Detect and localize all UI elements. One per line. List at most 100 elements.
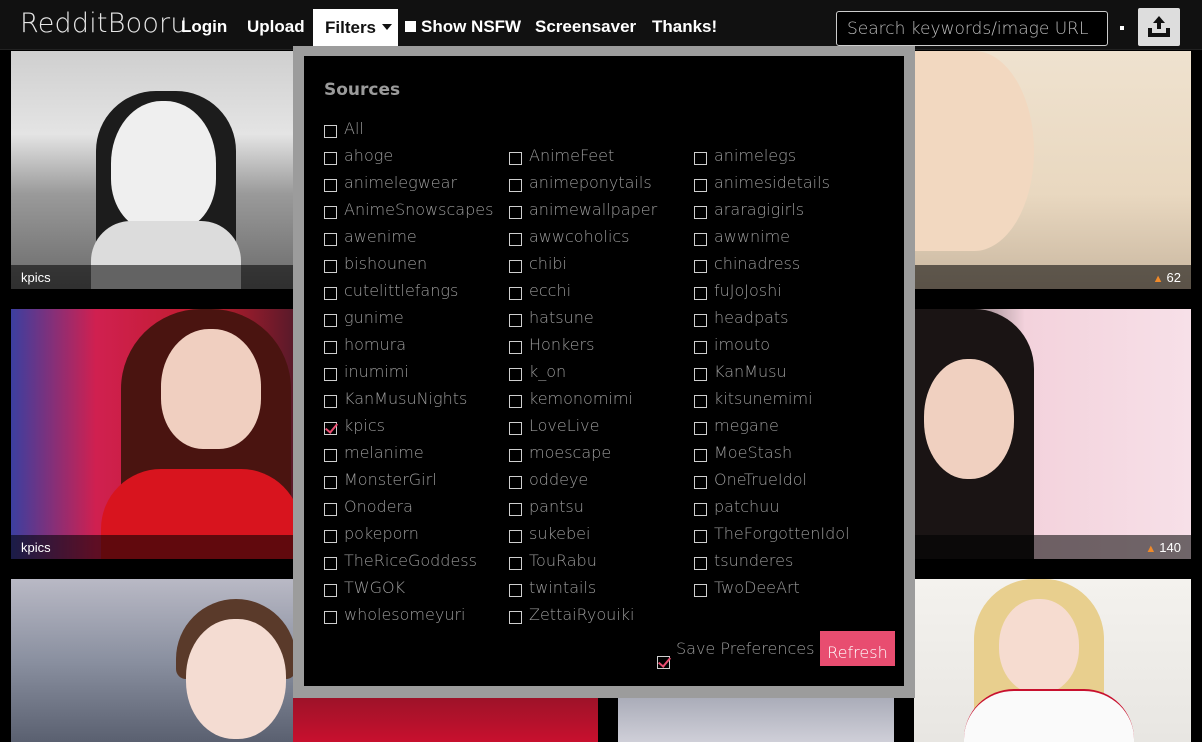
source-item-checkbox[interactable] xyxy=(324,179,337,192)
source-item-checkbox[interactable] xyxy=(509,287,522,300)
nav-filters-dropdown[interactable]: Filters xyxy=(313,9,398,50)
source-item-label[interactable]: awwcoholics xyxy=(529,227,630,246)
source-item-label[interactable]: kemonomimi xyxy=(529,389,633,408)
source-item-checkbox[interactable] xyxy=(324,341,337,354)
source-item-checkbox[interactable] xyxy=(694,395,707,408)
source-item-label[interactable]: OneTrueIdol xyxy=(714,470,807,489)
save-preferences-label[interactable]: Save Preferences xyxy=(676,639,814,658)
source-item-label[interactable]: wholesomeyuri xyxy=(344,605,466,624)
source-item-label[interactable]: pantsu xyxy=(529,497,584,516)
image-tile[interactable]: kpics xyxy=(11,309,293,559)
source-item-label[interactable]: KanMusuNights xyxy=(344,389,467,408)
nsfw-checkbox[interactable] xyxy=(405,21,416,32)
source-item-label[interactable]: KanMusu xyxy=(714,362,787,381)
source-item-checkbox[interactable] xyxy=(324,611,337,624)
source-item-label[interactable]: tsunderes xyxy=(714,551,793,570)
source-item-label[interactable]: twintails xyxy=(529,578,596,597)
source-item-label[interactable]: chinadress xyxy=(714,254,800,273)
source-item-label[interactable]: inumimi xyxy=(344,362,409,381)
source-item-label[interactable]: MoeStash xyxy=(714,443,792,462)
source-item-label[interactable]: melanime xyxy=(344,443,424,462)
source-item-label[interactable]: megane xyxy=(714,416,779,435)
source-item-checkbox[interactable] xyxy=(509,206,522,219)
source-item-checkbox[interactable] xyxy=(324,152,337,165)
source-item-label[interactable]: ecchi xyxy=(529,281,571,300)
search-input[interactable] xyxy=(836,11,1108,46)
source-item-label[interactable]: kitsunemimi xyxy=(714,389,813,408)
source-item-label[interactable]: patchuu xyxy=(714,497,779,516)
image-tile[interactable] xyxy=(914,579,1191,742)
source-item-label[interactable]: Onodera xyxy=(344,497,413,516)
source-item-label[interactable]: bishounen xyxy=(344,254,427,273)
source-item-label[interactable]: gunime xyxy=(344,308,404,327)
source-item-checkbox[interactable] xyxy=(509,557,522,570)
source-item-label[interactable]: TWGOK xyxy=(344,578,405,597)
nav-thanks-link[interactable]: Thanks! xyxy=(652,17,717,37)
source-item-label[interactable]: ahoge xyxy=(344,146,393,165)
source-item-label[interactable]: pokeporn xyxy=(344,524,419,543)
source-item-checkbox[interactable] xyxy=(694,530,707,543)
source-item-checkbox[interactable] xyxy=(324,584,337,597)
source-item-checkbox[interactable] xyxy=(509,476,522,489)
source-item-checkbox[interactable] xyxy=(694,476,707,489)
source-item-label[interactable]: araragigirls xyxy=(714,200,804,219)
source-item-checkbox[interactable] xyxy=(324,557,337,570)
source-item-label[interactable]: imouto xyxy=(714,335,770,354)
source-item-label[interactable]: hatsune xyxy=(529,308,594,327)
nav-nsfw-toggle[interactable]: Show NSFW xyxy=(405,17,521,37)
source-item-checkbox[interactable] xyxy=(324,206,337,219)
source-item-label[interactable]: awwnime xyxy=(714,227,790,246)
source-item-checkbox[interactable] xyxy=(324,503,337,516)
source-item-checkbox[interactable] xyxy=(509,233,522,246)
nav-upload-link[interactable]: Upload xyxy=(247,17,305,37)
source-item-checkbox[interactable] xyxy=(324,449,337,462)
source-item-label[interactable]: Honkers xyxy=(529,335,594,354)
source-item-checkbox[interactable] xyxy=(509,179,522,192)
source-item-label[interactable]: TheRiceGoddess xyxy=(344,551,477,570)
source-item-checkbox[interactable] xyxy=(509,152,522,165)
source-item-label[interactable]: animeponytails xyxy=(529,173,652,192)
source-all-label[interactable]: All xyxy=(344,119,364,138)
source-item-checkbox[interactable] xyxy=(324,422,337,435)
source-item-checkbox[interactable] xyxy=(694,179,707,192)
source-item-label[interactable]: moescape xyxy=(529,443,611,462)
source-item-label[interactable]: kpics xyxy=(344,416,385,435)
source-item-checkbox[interactable] xyxy=(694,260,707,273)
source-item-checkbox[interactable] xyxy=(509,530,522,543)
source-item-checkbox[interactable] xyxy=(324,530,337,543)
source-item-checkbox[interactable] xyxy=(509,395,522,408)
source-item-checkbox[interactable] xyxy=(509,260,522,273)
source-item-checkbox[interactable] xyxy=(324,368,337,381)
source-item-label[interactable]: animelegs xyxy=(714,146,796,165)
source-item-label[interactable]: k_on xyxy=(529,362,566,381)
nav-login-link[interactable]: Login xyxy=(181,17,227,37)
source-item-checkbox[interactable] xyxy=(324,395,337,408)
image-tile[interactable]: kpics xyxy=(11,51,293,289)
source-item-label[interactable]: animewallpaper xyxy=(529,200,657,219)
source-item-checkbox[interactable] xyxy=(694,368,707,381)
brand-logo[interactable]: RedditBooru xyxy=(20,8,188,39)
source-item-label[interactable]: headpats xyxy=(714,308,789,327)
source-item-checkbox[interactable] xyxy=(694,584,707,597)
source-item-label[interactable]: animesidetails xyxy=(714,173,830,192)
refresh-button[interactable]: Refresh xyxy=(820,631,895,666)
source-item-checkbox[interactable] xyxy=(509,611,522,624)
source-item-checkbox[interactable] xyxy=(694,287,707,300)
source-item-label[interactable]: AnimeSnowscapes xyxy=(344,200,493,219)
source-item-checkbox[interactable] xyxy=(694,341,707,354)
source-item-checkbox[interactable] xyxy=(509,341,522,354)
source-item-label[interactable]: ZettaiRyouiki xyxy=(529,605,634,624)
source-item-label[interactable]: LoveLive xyxy=(529,416,599,435)
source-item-checkbox[interactable] xyxy=(694,206,707,219)
source-item-checkbox[interactable] xyxy=(694,503,707,516)
tile-source[interactable]: kpics xyxy=(21,540,51,555)
source-item-label[interactable]: AnimeFeet xyxy=(529,146,614,165)
source-item-label[interactable]: MonsterGirl xyxy=(344,470,437,489)
source-item-checkbox[interactable] xyxy=(324,260,337,273)
source-item-checkbox[interactable] xyxy=(694,314,707,327)
image-tile[interactable]: ▲ 140 xyxy=(914,309,1191,559)
source-item-label[interactable]: TwoDeeArt xyxy=(714,578,800,597)
source-item-checkbox[interactable] xyxy=(509,422,522,435)
source-item-checkbox[interactable] xyxy=(324,476,337,489)
source-item-checkbox[interactable] xyxy=(324,314,337,327)
